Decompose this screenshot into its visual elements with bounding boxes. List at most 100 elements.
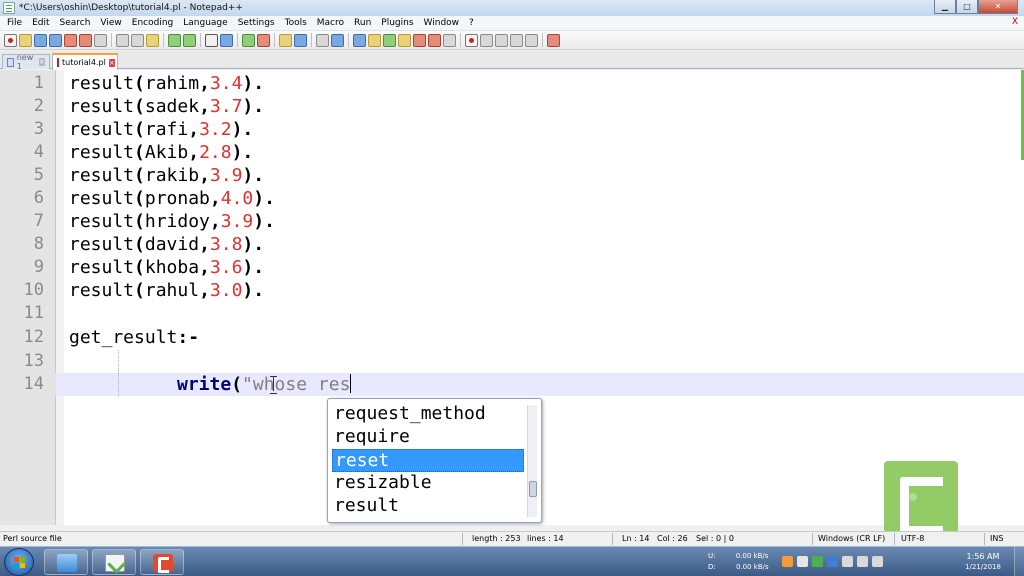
- menu-window[interactable]: Window: [419, 18, 465, 28]
- start-button-windows-icon[interactable]: [4, 548, 34, 576]
- minimize-button[interactable]: ▁: [934, 0, 956, 14]
- paste-icon[interactable]: [146, 33, 159, 47]
- autocomplete-item[interactable]: request_method: [332, 403, 524, 426]
- sync-v-icon[interactable]: [279, 33, 292, 47]
- save-all-icon[interactable]: [49, 33, 62, 47]
- undo-icon[interactable]: [168, 33, 181, 47]
- toolbar-separator: [237, 33, 238, 47]
- scrollbar-thumb[interactable]: [529, 481, 537, 497]
- menu-help[interactable]: ?: [464, 18, 479, 28]
- sync-h-icon[interactable]: [294, 33, 307, 47]
- taskbar-camtasia-button[interactable]: [140, 549, 184, 575]
- menu-run[interactable]: Run: [349, 18, 376, 28]
- taskbar-notepadpp-button[interactable]: [92, 549, 136, 575]
- toolbar-separator: [163, 33, 164, 47]
- close-all-icon[interactable]: [79, 33, 92, 47]
- status-insert-mode: INS: [990, 534, 1004, 543]
- tab-close-icon[interactable]: ×: [38, 58, 45, 66]
- toolbar-separator: [200, 33, 201, 47]
- status-ln: Ln : 14: [622, 534, 650, 543]
- close-icon[interactable]: [64, 33, 77, 47]
- status-length: length : 253: [472, 534, 521, 543]
- code-text: get_result:-: [69, 327, 200, 348]
- status-divider: [894, 533, 895, 545]
- replace-icon[interactable]: [220, 33, 233, 47]
- autocomplete-scrollbar[interactable]: [527, 405, 537, 517]
- taskbar-clock[interactable]: 1:56 AM 1/21/2018: [958, 551, 1008, 573]
- spellcheck-icon[interactable]: [547, 33, 560, 47]
- function-list-icon[interactable]: [398, 33, 411, 47]
- taskbar-explorer-button[interactable]: [44, 549, 88, 575]
- menu-file[interactable]: File: [2, 18, 27, 28]
- line-number: 4: [33, 142, 44, 162]
- menu-settings[interactable]: Settings: [233, 18, 280, 28]
- code-text: write("whose res: [177, 374, 352, 395]
- toolbar-separator: [542, 33, 543, 47]
- code-text: result(sadek,3.7).: [69, 96, 265, 117]
- code-line: 10 result(rahul,3.0).: [0, 279, 1024, 302]
- run-macro-icon[interactable]: [510, 33, 523, 47]
- maximize-button[interactable]: □: [956, 0, 978, 14]
- word-wrap-icon[interactable]: [316, 33, 329, 47]
- tray-network-icon[interactable]: [857, 556, 868, 567]
- udl-icon[interactable]: [368, 33, 381, 47]
- eye-icon[interactable]: [443, 33, 456, 47]
- code-line: 11: [0, 302, 1024, 325]
- cut-icon[interactable]: [116, 33, 129, 47]
- status-divider: [462, 533, 463, 545]
- new-file-icon[interactable]: [4, 33, 17, 47]
- tray-app-icon[interactable]: [782, 556, 793, 567]
- tray-shield-icon[interactable]: [812, 556, 823, 567]
- open-file-icon[interactable]: [19, 33, 32, 47]
- status-eol: Windows (CR LF): [818, 534, 886, 543]
- code-text: result(rahul,3.0).: [69, 280, 265, 301]
- mouse-ibeam-cursor-icon: [270, 376, 278, 394]
- tab-close-icon[interactable]: ×: [108, 58, 115, 67]
- save-macro-icon[interactable]: [525, 33, 538, 47]
- menu-search[interactable]: Search: [55, 18, 96, 28]
- close-window-button[interactable]: ✕: [978, 0, 1018, 14]
- menu-plugins[interactable]: Plugins: [376, 18, 418, 28]
- autocomplete-item[interactable]: result: [332, 495, 524, 518]
- find-icon[interactable]: [205, 33, 218, 47]
- menu-edit[interactable]: Edit: [27, 18, 54, 28]
- tray-bluetooth-icon[interactable]: [827, 556, 838, 567]
- menu-macro[interactable]: Macro: [312, 18, 349, 28]
- show-desktop-button[interactable]: [1014, 547, 1024, 576]
- menu-language[interactable]: Language: [178, 18, 232, 28]
- play-macro-icon[interactable]: [495, 33, 508, 47]
- stop-record-icon[interactable]: [480, 33, 493, 47]
- folder-workspace-icon[interactable]: [413, 33, 426, 47]
- monitor-icon[interactable]: [428, 33, 441, 47]
- tab-new-1[interactable]: new 1 ×: [2, 53, 50, 71]
- tray-usb-icon[interactable]: [797, 556, 808, 567]
- menu-view[interactable]: View: [95, 18, 126, 28]
- net-download-label: D:: [708, 563, 716, 571]
- autocomplete-item[interactable]: resizable: [332, 472, 524, 495]
- tray-flag-icon[interactable]: [842, 556, 853, 567]
- toolbar: [0, 31, 1024, 50]
- toolbar-separator: [460, 33, 461, 47]
- menu-encoding[interactable]: Encoding: [127, 18, 178, 28]
- indent-guide-icon[interactable]: [353, 33, 366, 47]
- copy-icon[interactable]: [131, 33, 144, 47]
- toolbar-separator: [111, 33, 112, 47]
- code-text: result(pronab,4.0).: [69, 188, 275, 209]
- zoom-out-icon[interactable]: [257, 33, 270, 47]
- code-line-current: 14 write("whose res: [0, 373, 1024, 396]
- autocomplete-popup[interactable]: request_method require reset resizable r…: [327, 398, 542, 523]
- code-text: result(rafi,3.2).: [69, 119, 254, 140]
- record-macro-icon[interactable]: [465, 33, 478, 47]
- tray-volume-icon[interactable]: [872, 556, 883, 567]
- tab-tutorial4[interactable]: tutorial4.pl ×: [52, 53, 118, 70]
- close-document-x-icon[interactable]: X: [1012, 17, 1018, 27]
- zoom-in-icon[interactable]: [242, 33, 255, 47]
- save-icon[interactable]: [34, 33, 47, 47]
- print-icon[interactable]: [94, 33, 107, 47]
- doc-map-icon[interactable]: [383, 33, 396, 47]
- autocomplete-item[interactable]: require: [332, 426, 524, 449]
- show-all-icon[interactable]: [331, 33, 344, 47]
- redo-icon[interactable]: [183, 33, 196, 47]
- autocomplete-item-selected[interactable]: reset: [332, 449, 524, 472]
- menu-tools[interactable]: Tools: [280, 18, 312, 28]
